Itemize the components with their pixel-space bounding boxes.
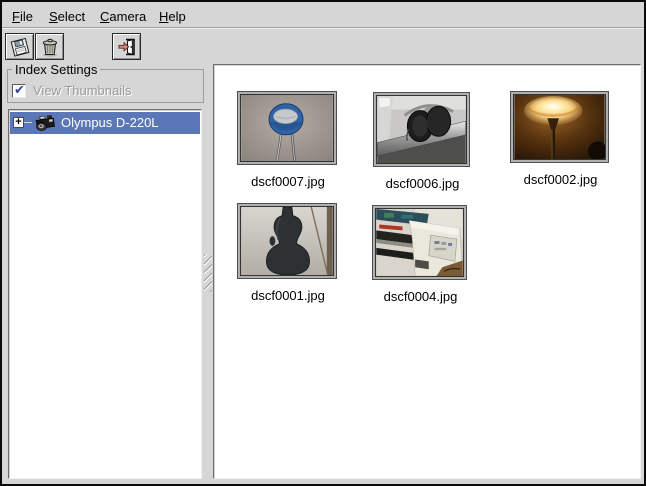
- save-button[interactable]: [5, 33, 34, 60]
- thumbnail-filename: dscf0007.jpg: [237, 174, 339, 189]
- photo-printer: [372, 205, 467, 280]
- menu-help[interactable]: Help: [157, 8, 188, 25]
- thumbnail-filename: dscf0004.jpg: [372, 289, 469, 304]
- view-thumbnails-label: View Thumbnails: [33, 83, 132, 98]
- floppy-disk-icon: [9, 36, 31, 58]
- expander-icon[interactable]: +: [13, 117, 24, 128]
- tree-connector: [24, 122, 32, 123]
- tree-item-label: Olympus D-220L: [61, 115, 159, 130]
- gtkam-window: File Select Camera Help: [0, 0, 646, 486]
- frame-title: Index Settings: [12, 62, 100, 77]
- view-thumbnails-checkbox[interactable]: ✔: [12, 84, 26, 98]
- thumbnail-filename: dscf0002.jpg: [510, 172, 611, 187]
- camera-tree: + Olympus D-220L: [8, 109, 202, 479]
- pane-splitter-handle[interactable]: [204, 254, 212, 292]
- thumbnail-dscf0001[interactable]: dscf0001.jpg: [237, 203, 339, 303]
- delete-button[interactable]: [35, 33, 64, 60]
- photo-lamp: [510, 91, 609, 163]
- camera-icon: [32, 114, 58, 135]
- photo-guitar-case: [237, 203, 337, 279]
- thumbnail-filename: dscf0006.jpg: [373, 176, 472, 191]
- menu-select[interactable]: Select: [47, 8, 87, 25]
- view-thumbnails-row: ✔ View Thumbnails: [12, 83, 132, 98]
- checkmark-icon: ✔: [14, 83, 25, 97]
- menu-file[interactable]: File: [10, 8, 35, 25]
- thumbnail-dscf0007[interactable]: dscf0007.jpg: [237, 91, 339, 189]
- tree-row-olympus[interactable]: + Olympus D-220L: [10, 112, 200, 134]
- menu-bar: File Select Camera Help: [2, 2, 644, 28]
- exit-door-icon: [116, 36, 138, 58]
- trash-icon: [39, 36, 61, 58]
- thumbnail-filename: dscf0001.jpg: [237, 288, 339, 303]
- thumbnail-dscf0002[interactable]: dscf0002.jpg: [510, 91, 611, 187]
- thumbnail-dscf0004[interactable]: dscf0004.jpg: [372, 205, 469, 304]
- photo-capacitor: [237, 91, 337, 165]
- menu-camera[interactable]: Camera: [98, 8, 148, 25]
- thumbnail-dscf0006[interactable]: dscf0006.jpg: [373, 92, 472, 191]
- exit-button[interactable]: [112, 33, 141, 60]
- thumbnail-browser: dscf0007.jpg: [213, 64, 641, 479]
- photo-headphones: [373, 92, 470, 167]
